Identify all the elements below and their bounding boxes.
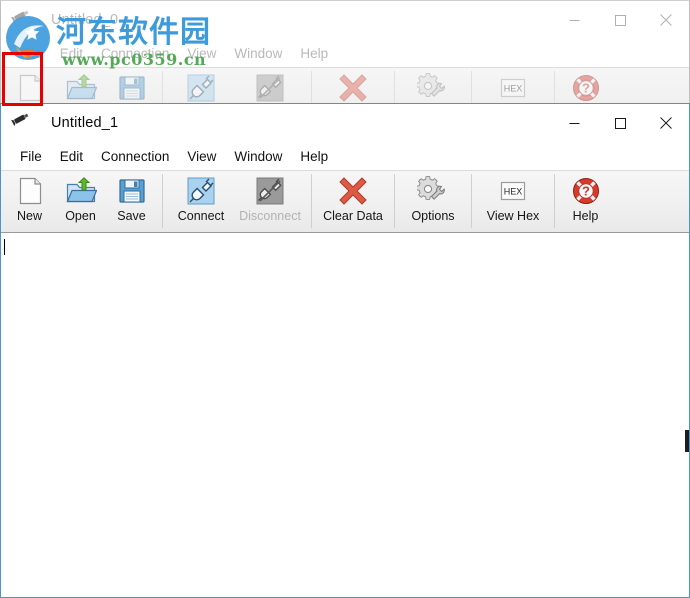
background-window-titlebar[interactable]: Untitled_0	[1, 1, 689, 39]
plug-disconnect-icon	[254, 72, 286, 104]
toolbar-button-save[interactable]: Save	[106, 171, 157, 232]
background-window-title: Untitled_0	[51, 12, 119, 28]
text-caret	[4, 239, 5, 255]
open-folder-icon	[65, 72, 97, 104]
data-text-area[interactable]	[1, 234, 689, 597]
hex-icon-text: HEX	[504, 187, 523, 197]
app-icon	[11, 4, 43, 36]
close-button[interactable]	[643, 1, 689, 39]
active-window-title: Untitled_1	[51, 115, 119, 131]
toolbar-button-view-hex[interactable]: HEX View Hex	[477, 171, 549, 232]
active-window-controls	[551, 104, 689, 142]
menu-window[interactable]: Window	[225, 44, 291, 63]
maximize-button[interactable]	[597, 104, 643, 142]
toolbar-label-options: Options	[411, 209, 455, 223]
active-window-titlebar[interactable]: Untitled_1	[1, 104, 689, 142]
hex-icon-text: HEX	[504, 84, 523, 94]
toolbar-button-open[interactable]: Open	[55, 171, 106, 232]
menu-help[interactable]: Help	[291, 147, 337, 166]
toolbar-button-options[interactable]: Options	[400, 171, 466, 232]
open-folder-icon	[65, 175, 97, 207]
svg-text:?: ?	[582, 81, 590, 96]
toolbar-label-disconnect: Disconnect	[239, 209, 301, 223]
toolbar-button-new[interactable]: New	[4, 171, 55, 232]
gear-wrench-icon	[415, 72, 449, 104]
menu-connection[interactable]: Connection	[92, 147, 178, 166]
scrollbar-thumb[interactable]	[685, 430, 689, 452]
minimize-button[interactable]	[551, 1, 597, 39]
toolbar-label-new: New	[16, 209, 42, 223]
lifebuoy-question-icon: ?	[570, 175, 602, 207]
toolbar-separator	[471, 174, 472, 228]
red-cross-icon	[337, 175, 369, 207]
maximize-button[interactable]	[597, 1, 643, 39]
toolbar-label-save: Save	[117, 209, 146, 223]
close-button[interactable]	[643, 104, 689, 142]
red-cross-icon	[337, 72, 369, 104]
plug-connect-icon	[185, 175, 217, 207]
menu-view[interactable]: View	[178, 44, 225, 63]
plug-connect-icon	[185, 72, 217, 104]
toolbar-label-connect: Connect	[177, 209, 225, 223]
floppy-disk-icon	[116, 175, 148, 207]
toolbar-label-view-hex: View Hex	[486, 209, 540, 223]
background-window[interactable]: Untitled_0 File Edit Connection View Win…	[0, 0, 690, 130]
toolbar-button-clear-data[interactable]: Clear Data	[317, 171, 389, 232]
toolbar-label-open: Open	[65, 209, 96, 223]
menu-edit[interactable]: Edit	[51, 147, 92, 166]
menu-view[interactable]: View	[178, 147, 225, 166]
hex-button-icon: HEX	[497, 175, 529, 207]
minimize-button[interactable]	[551, 104, 597, 142]
menu-help[interactable]: Help	[291, 44, 337, 63]
toolbar-separator	[554, 174, 555, 228]
active-window-menubar[interactable]: File Edit Connection View Window Help	[1, 142, 689, 170]
menu-window[interactable]: Window	[225, 147, 291, 166]
floppy-disk-icon	[116, 72, 148, 104]
hex-button-icon: HEX	[497, 72, 529, 104]
vertical-scrollbar[interactable]	[685, 235, 689, 597]
toolbar-separator	[311, 174, 312, 228]
lifebuoy-question-icon: ?	[570, 72, 602, 104]
gear-wrench-icon	[415, 175, 449, 207]
active-window-toolbar[interactable]: New Open Save Connect Disconnect Clear D…	[1, 170, 689, 233]
toolbar-button-connect[interactable]: Connect	[168, 171, 234, 232]
active-window[interactable]: Untitled_1 File Edit Connection View Win…	[0, 103, 690, 598]
annotation-highlight-new-button	[2, 52, 43, 106]
menu-edit[interactable]: Edit	[51, 44, 92, 63]
plug-disconnect-icon	[254, 175, 286, 207]
toolbar-label-help: Help	[572, 209, 599, 223]
menu-file[interactable]: File	[11, 147, 51, 166]
new-document-icon	[14, 175, 46, 207]
svg-text:?: ?	[582, 184, 590, 199]
background-window-controls	[551, 1, 689, 39]
menu-connection[interactable]: Connection	[92, 44, 178, 63]
app-icon	[11, 107, 43, 139]
toolbar-label-clear-data: Clear Data	[323, 209, 383, 223]
background-window-menubar[interactable]: File Edit Connection View Window Help	[1, 39, 689, 67]
toolbar-button-disconnect: Disconnect	[234, 171, 306, 232]
toolbar-separator	[162, 174, 163, 228]
toolbar-button-help[interactable]: ? Help	[560, 171, 611, 232]
toolbar-separator	[394, 174, 395, 228]
